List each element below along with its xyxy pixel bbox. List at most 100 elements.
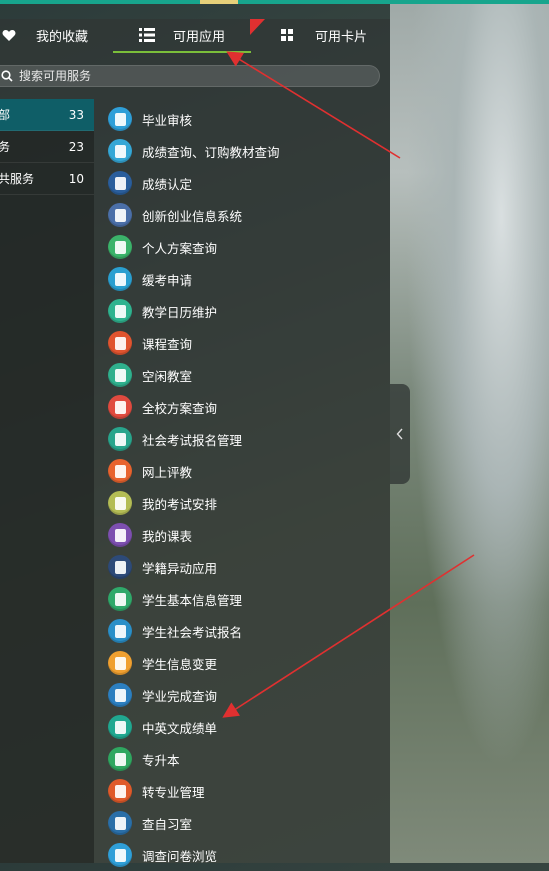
app-item[interactable]: 课程查询 [108, 327, 378, 359]
category-item[interactable]: 部 33 [0, 99, 94, 131]
document-icon [114, 336, 126, 350]
app-icon [108, 395, 132, 419]
app-item[interactable]: 学籍异动应用 [108, 551, 378, 583]
chevron-left-icon [396, 428, 403, 440]
app-icon [108, 811, 132, 835]
app-name: 学籍异动应用 [142, 560, 218, 576]
document-icon [114, 688, 126, 702]
app-item[interactable]: 个人方案查询 [108, 231, 378, 263]
category-list: 部 33 务 23 共服务 10 [0, 99, 94, 863]
app-item[interactable]: 全校方案查询 [108, 391, 378, 423]
app-icon [108, 715, 132, 739]
document-icon [114, 272, 126, 286]
app-name: 网上评教 [142, 464, 193, 480]
app-name: 成绩查询、订购教材查询 [142, 144, 280, 160]
app-item[interactable]: 调查问卷浏览 [108, 839, 378, 871]
app-icon [108, 555, 132, 579]
app-item[interactable]: 学生社会考试报名 [108, 615, 378, 647]
document-icon [114, 112, 126, 126]
search-icon [1, 70, 13, 82]
app-panel: 我的收藏 可用应用 可用卡片 部 33 [0, 19, 390, 867]
app-name: 专升本 [142, 752, 180, 768]
app-icon [108, 587, 132, 611]
document-icon [114, 752, 126, 766]
app-item[interactable]: 创新创业信息系统 [108, 199, 378, 231]
app-name: 创新创业信息系统 [142, 208, 243, 224]
app-name: 我的考试安排 [142, 496, 218, 512]
app-icon [108, 523, 132, 547]
app-icon [108, 139, 132, 163]
app-name: 缓考申请 [142, 272, 193, 288]
tab-favorites[interactable]: 我的收藏 [2, 19, 107, 51]
app-item[interactable]: 转专业管理 [108, 775, 378, 807]
tab-available-cards[interactable]: 可用卡片 [281, 19, 381, 51]
document-icon [114, 176, 126, 190]
document-icon [114, 304, 126, 318]
document-icon [114, 816, 126, 830]
document-icon [114, 592, 126, 606]
app-item[interactable]: 缓考申请 [108, 263, 378, 295]
app-item[interactable]: 中英文成绩单 [108, 711, 378, 743]
document-icon [114, 784, 126, 798]
app-item[interactable]: 成绩认定 [108, 167, 378, 199]
app-icon [108, 491, 132, 515]
app-item[interactable]: 我的课表 [108, 519, 378, 551]
app-item[interactable]: 教学日历维护 [108, 295, 378, 327]
app-name: 全校方案查询 [142, 400, 218, 416]
app-item[interactable]: 毕业审核 [108, 103, 378, 135]
search-input[interactable] [17, 68, 321, 84]
document-icon [114, 208, 126, 222]
tab-label: 可用应用 [172, 29, 225, 45]
top-highlight [200, 0, 238, 4]
document-icon [114, 848, 126, 862]
document-icon [114, 400, 126, 414]
app-item[interactable]: 学生基本信息管理 [108, 583, 378, 615]
collapse-panel-button[interactable] [390, 384, 410, 484]
app-item[interactable]: 空闲教室 [108, 359, 378, 391]
app-name: 教学日历维护 [142, 304, 218, 320]
app-icon [108, 843, 132, 867]
app-item[interactable]: 网上评教 [108, 455, 378, 487]
app-icon [108, 363, 132, 387]
category-item[interactable]: 务 23 [0, 131, 94, 163]
document-icon [114, 240, 126, 254]
app-icon [108, 235, 132, 259]
category-item[interactable]: 共服务 10 [0, 163, 94, 195]
document-icon [114, 720, 126, 734]
document-icon [114, 496, 126, 510]
app-item[interactable]: 专升本 [108, 743, 378, 775]
app-icon [108, 171, 132, 195]
app-icon [108, 427, 132, 451]
app-name: 中英文成绩单 [142, 720, 218, 736]
app-item[interactable]: 社会考试报名管理 [108, 423, 378, 455]
tab-bar: 我的收藏 可用应用 可用卡片 [0, 19, 390, 53]
tab-label: 可用卡片 [315, 29, 368, 45]
app-list: 毕业审核成绩查询、订购教材查询成绩认定创新创业信息系统 个人方案查询 缓考申请教学日… [108, 103, 378, 871]
app-item[interactable]: 学生信息变更 [108, 647, 378, 679]
app-item[interactable]: 成绩查询、订购教材查询 [108, 135, 378, 167]
app-name: 我的课表 [142, 528, 193, 544]
app-item[interactable]: 学业完成查询 [108, 679, 378, 711]
category-label: 共服务 [0, 172, 35, 186]
app-icon [108, 203, 132, 227]
app-item[interactable]: 查自习室 [108, 807, 378, 839]
app-name: 查自习室 [142, 816, 193, 832]
app-name: 个人方案查询 [142, 240, 218, 256]
app-name: 社会考试报名管理 [142, 432, 243, 448]
app-icon [108, 651, 132, 675]
document-icon [114, 368, 126, 382]
document-icon [114, 528, 126, 542]
list-icon [138, 28, 155, 42]
document-icon [114, 464, 126, 478]
app-name: 学业完成查询 [142, 688, 218, 704]
grid-icon [281, 29, 293, 41]
category-count: 23 [68, 139, 84, 154]
app-icon [108, 619, 132, 643]
app-item[interactable]: 我的考试安排 [108, 487, 378, 519]
app-name: 学生基本信息管理 [142, 592, 243, 608]
category-count: 33 [68, 107, 84, 122]
document-icon [114, 432, 126, 446]
document-icon [114, 144, 126, 158]
top-accent-bar [0, 0, 549, 4]
tab-available-apps[interactable]: 可用应用 [113, 19, 251, 53]
